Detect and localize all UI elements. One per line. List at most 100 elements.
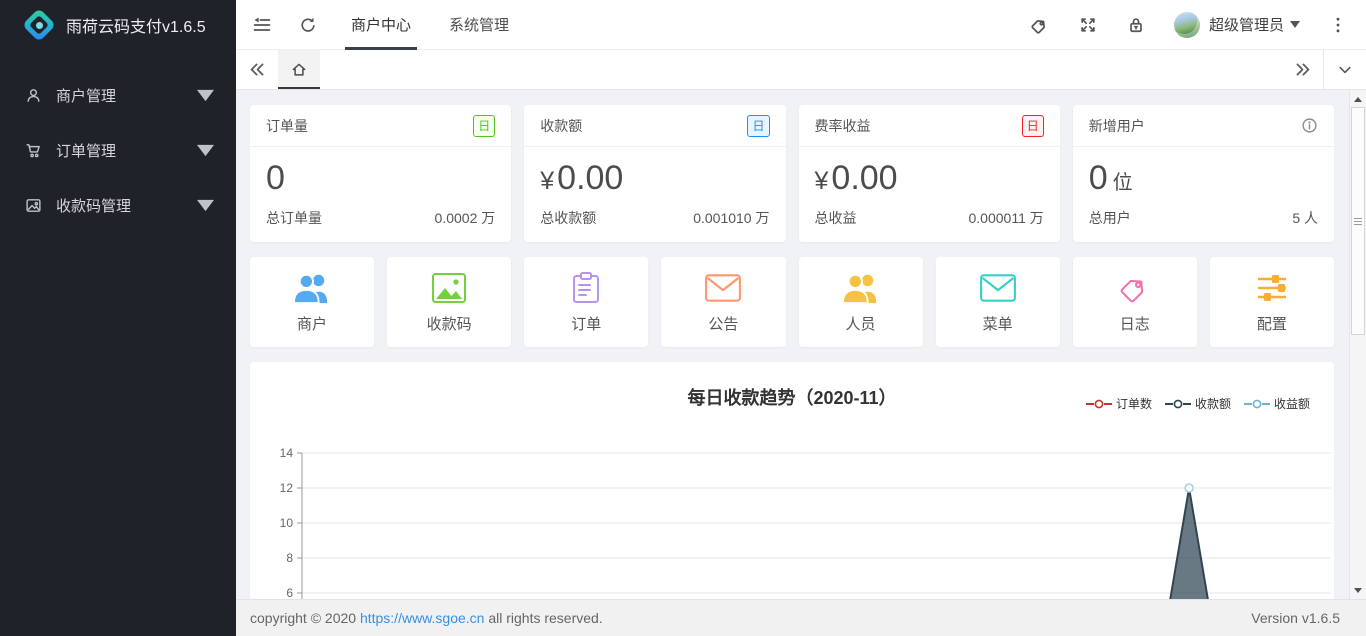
shortcut-label: 公告 [708, 313, 738, 334]
stat-title: 收款额 [540, 116, 582, 136]
tabs-scroll-left-icon[interactable] [236, 50, 278, 89]
stat-card-fee-profit: 费率收益 日 ¥0.00 总收益 0.000011 万 [799, 105, 1060, 242]
dashboard-content: 订单量 日 0 总订单量 0.0002 万 收款额 日 [236, 90, 1366, 599]
cart-icon [25, 142, 42, 159]
scroll-up-icon[interactable] [1350, 91, 1366, 107]
stat-value: ¥0.00 [540, 158, 769, 199]
svg-text:6: 6 [286, 586, 293, 599]
app-window: 雨荷云码支付v1.6.5 商户管理 订单管理 收款码 [0, 0, 1366, 636]
daily-badge: 日 [1022, 115, 1044, 137]
shortcut-row: 商户 收款码 订单 公 [250, 257, 1334, 347]
shortcut-personnel[interactable]: 人员 [799, 257, 923, 347]
sidebar-menu: 商户管理 订单管理 收款码管理 [0, 68, 236, 233]
scroll-down-icon[interactable] [1350, 582, 1366, 598]
picture-icon [25, 197, 42, 214]
stat-footer-value: 0.001010 万 [693, 208, 769, 228]
shortcut-menus[interactable]: 菜单 [936, 257, 1060, 347]
legend-item-profit[interactable]: 收益额 [1244, 395, 1310, 412]
more-options-icon[interactable] [1328, 15, 1348, 35]
svg-text:8: 8 [286, 551, 293, 565]
site-link[interactable]: https://www.sgoe.cn [360, 610, 485, 626]
daily-badge: 日 [747, 115, 769, 137]
sidebar-item-label: 订单管理 [56, 140, 197, 161]
main-area: 商户中心 系统管理 [236, 0, 1366, 636]
tab-system-management[interactable]: 系统管理 [430, 0, 528, 50]
stat-footer-label: 总收益 [815, 208, 857, 228]
shortcut-orders[interactable]: 订单 [524, 257, 648, 347]
legend-item-orders[interactable]: 订单数 [1086, 395, 1152, 412]
top-navbar: 商户中心 系统管理 [236, 0, 1366, 50]
stat-footer-label: 总用户 [1089, 208, 1131, 228]
chevron-down-icon [1290, 21, 1300, 28]
shortcut-announcements[interactable]: 公告 [661, 257, 785, 347]
stat-footer-value: 5 人 [1292, 208, 1318, 228]
tabs-menu-icon[interactable] [1324, 50, 1366, 89]
stat-title: 订单量 [266, 116, 308, 136]
legend-marker-icon [1165, 399, 1191, 409]
chevron-down-icon [197, 197, 214, 214]
shortcut-label: 商户 [297, 313, 327, 334]
content-scrollbar[interactable] [1349, 90, 1366, 599]
fullscreen-icon[interactable] [1078, 15, 1098, 35]
users-icon [842, 270, 880, 306]
shortcut-label: 日志 [1120, 313, 1150, 334]
menu-fold-icon[interactable] [252, 15, 272, 35]
tag-icon [1116, 270, 1154, 306]
stat-value: 0 [266, 158, 495, 199]
shortcut-merchants[interactable]: 商户 [250, 257, 374, 347]
tag-icon[interactable] [1030, 15, 1050, 35]
chart-legend: 订单数 收款额 收益额 [1073, 395, 1310, 412]
legend-item-income[interactable]: 收款额 [1165, 395, 1231, 412]
home-icon [290, 61, 308, 79]
user-menu[interactable]: 超级管理员 [1209, 14, 1300, 35]
scrollbar-thumb[interactable] [1351, 107, 1365, 335]
shortcut-label: 配置 [1257, 313, 1287, 334]
stat-footer-label: 总收款额 [540, 208, 596, 228]
chevron-down-icon [197, 87, 214, 104]
page-footer: copyright © 2020 https://www.sgoe.cn all… [236, 599, 1366, 636]
stat-title: 新增用户 [1089, 116, 1145, 136]
envelope-icon [979, 270, 1017, 306]
stat-card-income: 收款额 日 ¥0.00 总收款额 0.001010 万 [524, 105, 785, 242]
lock-icon[interactable] [1126, 15, 1146, 35]
shortcut-label: 人员 [846, 313, 876, 334]
envelope-icon [704, 270, 742, 306]
user-icon [25, 87, 42, 104]
stat-value: ¥0.00 [815, 158, 1044, 199]
stat-footer-value: 0.0002 万 [435, 208, 496, 228]
svg-text:12: 12 [280, 481, 294, 495]
stat-title: 费率收益 [815, 116, 871, 136]
user-avatar[interactable] [1174, 12, 1200, 38]
sidebar-item-merchant-management[interactable]: 商户管理 [0, 68, 236, 123]
tabbar-right [1281, 50, 1366, 89]
tab-merchant-center[interactable]: 商户中心 [332, 0, 430, 50]
chevron-down-icon [197, 142, 214, 159]
tab-home[interactable] [278, 50, 320, 89]
sidebar-item-label: 收款码管理 [56, 195, 197, 216]
info-icon[interactable] [1301, 117, 1318, 134]
svg-text:10: 10 [280, 516, 294, 530]
brand: 雨荷云码支付v1.6.5 [0, 0, 236, 50]
daily-badge: 日 [473, 115, 495, 137]
users-icon [293, 270, 331, 306]
legend-marker-icon [1086, 399, 1112, 409]
shortcut-label: 收款码 [427, 313, 472, 334]
sidebar-item-order-management[interactable]: 订单管理 [0, 123, 236, 178]
page-tabbar [236, 50, 1366, 90]
stat-card-orders: 订单量 日 0 总订单量 0.0002 万 [250, 105, 511, 242]
stat-cards-row: 订单量 日 0 总订单量 0.0002 万 收款额 日 [250, 105, 1334, 242]
tabs-scroll-right-icon[interactable] [1281, 50, 1323, 89]
shortcut-qrcodes[interactable]: 收款码 [387, 257, 511, 347]
version-label: Version v1.6.5 [1251, 610, 1340, 626]
stat-footer-value: 0.000011 万 [969, 208, 1044, 228]
navbar-right: 超级管理员 [1002, 12, 1348, 38]
clipboard-icon [567, 270, 605, 306]
shortcut-label: 菜单 [983, 313, 1013, 334]
sliders-icon [1253, 270, 1291, 306]
stat-card-new-users: 新增用户 0位 总用户 5 人 [1073, 105, 1334, 242]
sidebar-item-qrcode-management[interactable]: 收款码管理 [0, 178, 236, 233]
shortcut-logs[interactable]: 日志 [1073, 257, 1197, 347]
trend-chart-plot: 14121086420 [250, 440, 1334, 599]
refresh-icon[interactable] [298, 15, 318, 35]
shortcut-settings[interactable]: 配置 [1210, 257, 1334, 347]
